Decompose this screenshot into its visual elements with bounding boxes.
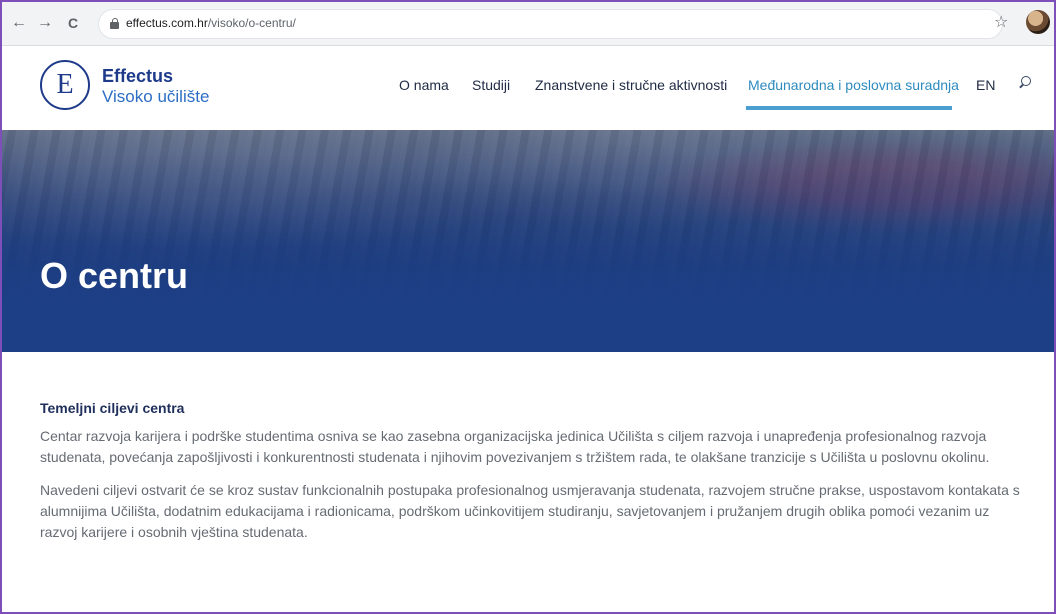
lock-icon[interactable] — [110, 18, 119, 29]
profile-avatar[interactable] — [1026, 10, 1050, 34]
bookmark-star-icon[interactable]: ☆ — [994, 14, 1008, 32]
address-text[interactable]: effectus.com.hr/visoko/o-centru/ — [126, 16, 296, 30]
hero-overlay — [2, 130, 1054, 352]
reload-icon[interactable]: C — [64, 14, 82, 32]
paragraph-1: Centar razvoja karijera i podrške studen… — [40, 428, 990, 465]
paragraph-2: Navedeni ciljevi ostvarit će se kroz sus… — [40, 482, 1020, 540]
nav-item-o-nama[interactable]: O nama — [399, 70, 449, 100]
page-title: O centru — [40, 255, 189, 296]
back-icon[interactable]: ← — [10, 14, 28, 32]
active-nav-indicator — [746, 106, 952, 110]
forward-icon[interactable]: → — [36, 14, 54, 32]
nav-item-medunarodna-suradnja[interactable]: Međunarodna i poslovna suradnja — [748, 70, 959, 100]
url-path: /visoko/o-centru/ — [207, 16, 296, 30]
main-navigation: O nama Studiji Znanstvene i stručne akti… — [2, 70, 1054, 100]
url-host: effectus.com.hr — [126, 16, 208, 30]
browser-window: ← → C effectus.com.hr/visoko/o-centru/ ☆… — [0, 0, 1056, 614]
nav-item-studiji[interactable]: Studiji — [472, 70, 510, 100]
search-icon[interactable] — [1018, 76, 1032, 90]
browser-toolbar: ← → C effectus.com.hr/visoko/o-centru/ ☆ — [2, 2, 1054, 46]
main-content: Temeljni ciljevi centra Centar razvoja k… — [40, 398, 1030, 555]
site-header: E Effectus Visoko učilište O nama Studij… — [2, 46, 1054, 130]
hero-banner: O centru — [2, 130, 1054, 352]
section-heading: Temeljni ciljevi centra — [40, 400, 185, 416]
nav-item-znanstvene-aktivnosti[interactable]: Znanstvene i stručne aktivnosti — [535, 70, 727, 100]
language-switch-en[interactable]: EN — [976, 70, 995, 100]
